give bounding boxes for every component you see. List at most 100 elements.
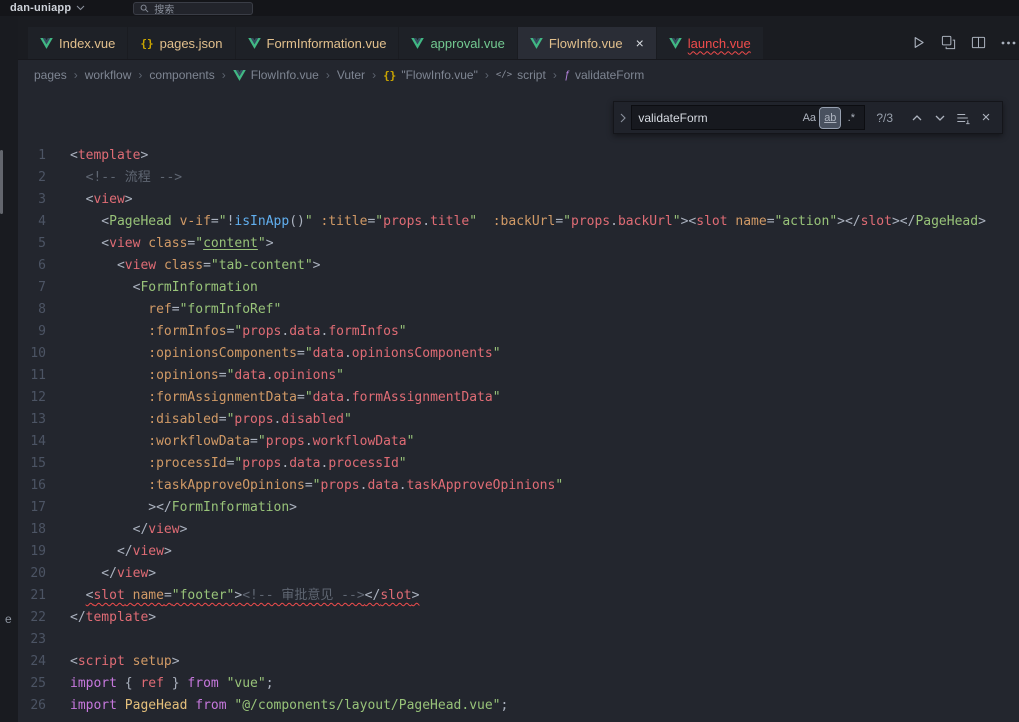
code-line-content[interactable]: <FormInformation [70, 277, 258, 299]
code-line[interactable]: 5 <view class="content"> [18, 233, 1019, 255]
line-number[interactable]: 8 [18, 299, 70, 321]
breadcrumb-item-script[interactable]: </>script [496, 68, 546, 82]
tab-forminformation-vue[interactable]: FormInformation.vue [236, 27, 399, 59]
breadcrumb-item-pages[interactable]: pages [34, 68, 67, 82]
open-changes-button[interactable] [941, 35, 956, 50]
line-number[interactable]: 2 [18, 167, 70, 189]
line-number[interactable]: 19 [18, 541, 70, 563]
line-number[interactable]: 11 [18, 365, 70, 387]
line-number[interactable]: 26 [18, 695, 70, 717]
find-in-selection-button[interactable] [953, 108, 973, 128]
code-line-content[interactable]: </view> [70, 563, 156, 585]
quick-search-box[interactable]: 搜索 [133, 2, 253, 15]
code-line-content[interactable]: <!-- 流程 --> [70, 167, 182, 189]
code-line-content[interactable]: ref="formInfoRef" [70, 299, 281, 321]
tab-flowinfo-vue[interactable]: FlowInfo.vue× [518, 27, 656, 59]
breadcrumb-item-vuter[interactable]: Vuter [337, 68, 365, 82]
code-line-content[interactable]: :workflowData="props.workflowData" [70, 431, 414, 453]
code-line[interactable]: 26import PageHead from "@/components/lay… [18, 695, 1019, 717]
code-line-content[interactable]: :opinionsComponents="data.opinionsCompon… [70, 343, 501, 365]
code-line-content[interactable]: import { ref } from "vue"; [70, 673, 274, 695]
code-line[interactable]: 10 :opinionsComponents="data.opinionsCom… [18, 343, 1019, 365]
code-line[interactable]: 2 <!-- 流程 --> [18, 167, 1019, 189]
code-line-content[interactable]: </view> [70, 519, 187, 541]
code-line[interactable]: 22</template> [18, 607, 1019, 629]
code-line[interactable]: 13 :disabled="props.disabled" [18, 409, 1019, 431]
find-input[interactable] [632, 111, 798, 125]
breadcrumb-item-flowinfo-vue[interactable]: {}"FlowInfo.vue" [383, 68, 478, 82]
code-line[interactable]: 11 :opinions="data.opinions" [18, 365, 1019, 387]
code-line-content[interactable]: :processId="props.data.processId" [70, 453, 407, 475]
code-line-content[interactable]: <view> [70, 189, 133, 211]
line-number[interactable]: 18 [18, 519, 70, 541]
line-number[interactable]: 10 [18, 343, 70, 365]
code-line[interactable]: 14 :workflowData="props.workflowData" [18, 431, 1019, 453]
code-line[interactable]: 21 <slot name="footer"><!-- 审批意见 --></sl… [18, 585, 1019, 607]
more-actions-button[interactable] [1001, 41, 1016, 45]
code-line[interactable]: 25import { ref } from "vue"; [18, 673, 1019, 695]
line-number[interactable]: 20 [18, 563, 70, 585]
run-button[interactable] [911, 35, 926, 50]
line-number[interactable]: 7 [18, 277, 70, 299]
line-number[interactable]: 21 [18, 585, 70, 607]
code-line[interactable]: 19 </view> [18, 541, 1019, 563]
breadcrumb-item-flowinfo-vue[interactable]: FlowInfo.vue [233, 68, 319, 82]
code-line-content[interactable]: </template> [70, 607, 156, 629]
line-number[interactable]: 25 [18, 673, 70, 695]
code-line-content[interactable]: <slot name="footer"><!-- 审批意见 --></slot> [70, 585, 419, 607]
code-line-content[interactable]: import PageHead from "@/components/layou… [70, 695, 508, 717]
code-line[interactable]: 1<template> [18, 145, 1019, 167]
tab-launch-vue[interactable]: launch.vue [657, 27, 763, 59]
line-number[interactable]: 22 [18, 607, 70, 629]
line-number[interactable]: 13 [18, 409, 70, 431]
code-line-content[interactable]: :disabled="props.disabled" [70, 409, 352, 431]
code-line[interactable]: 17 ></FormInformation> [18, 497, 1019, 519]
code-line[interactable]: 8 ref="formInfoRef" [18, 299, 1019, 321]
line-number[interactable]: 6 [18, 255, 70, 277]
line-number[interactable]: 15 [18, 453, 70, 475]
code-line[interactable]: 23 [18, 629, 1019, 651]
code-line[interactable]: 9 :formInfos="props.data.formInfos" [18, 321, 1019, 343]
code-line-content[interactable]: :formAssignmentData="data.formAssignment… [70, 387, 501, 409]
whole-word-button[interactable]: ab [820, 108, 840, 128]
code-line[interactable]: 12 :formAssignmentData="data.formAssignm… [18, 387, 1019, 409]
match-case-button[interactable]: Aa [799, 108, 819, 128]
next-match-button[interactable] [930, 108, 950, 128]
code-line-content[interactable]: <view class="tab-content"> [70, 255, 320, 277]
code-line[interactable]: 20 </view> [18, 563, 1019, 585]
code-line[interactable]: 6 <view class="tab-content"> [18, 255, 1019, 277]
split-editor-button[interactable] [971, 35, 986, 50]
sidebar-scrollbar[interactable] [0, 150, 3, 214]
tab-approval-vue[interactable]: approval.vue [399, 27, 516, 59]
code-line-content[interactable]: <template> [70, 145, 148, 167]
code-line[interactable]: 24<script setup> [18, 651, 1019, 673]
code-line[interactable]: 16 :taskApproveOpinions="props.data.task… [18, 475, 1019, 497]
code-line-content[interactable]: <script setup> [70, 651, 180, 673]
close-find-icon[interactable]: × [976, 108, 996, 128]
code-line[interactable]: 18 </view> [18, 519, 1019, 541]
code-line[interactable]: 4 <PageHead v-if="!isInApp()" :title="pr… [18, 211, 1019, 233]
code-line-content[interactable]: :formInfos="props.data.formInfos" [70, 321, 407, 343]
code-line-content[interactable]: :taskApproveOpinions="props.data.taskApp… [70, 475, 563, 497]
line-number[interactable]: 1 [18, 145, 70, 167]
line-number[interactable]: 4 [18, 211, 70, 233]
code-line-content[interactable]: <PageHead v-if="!isInApp()" :title="prop… [70, 211, 986, 233]
toggle-replace-button[interactable] [614, 102, 631, 133]
code-line-content[interactable]: <view class="content"> [70, 233, 274, 255]
line-number[interactable]: 16 [18, 475, 70, 497]
line-number[interactable]: 14 [18, 431, 70, 453]
code-line[interactable]: 15 :processId="props.data.processId" [18, 453, 1019, 475]
line-number[interactable]: 12 [18, 387, 70, 409]
line-number[interactable]: 23 [18, 629, 70, 651]
previous-match-button[interactable] [907, 108, 927, 128]
breadcrumb-item-components[interactable]: components [149, 68, 214, 82]
line-number[interactable]: 5 [18, 233, 70, 255]
tab-index-vue[interactable]: Index.vue [28, 27, 127, 59]
line-number[interactable]: 24 [18, 651, 70, 673]
line-number[interactable]: 3 [18, 189, 70, 211]
code-line-content[interactable]: :opinions="data.opinions" [70, 365, 344, 387]
code-line[interactable]: 3 <view> [18, 189, 1019, 211]
tab-pages-json[interactable]: {}pages.json [128, 27, 234, 59]
close-icon[interactable]: × [636, 36, 644, 50]
code-line-content[interactable]: </view> [70, 541, 172, 563]
